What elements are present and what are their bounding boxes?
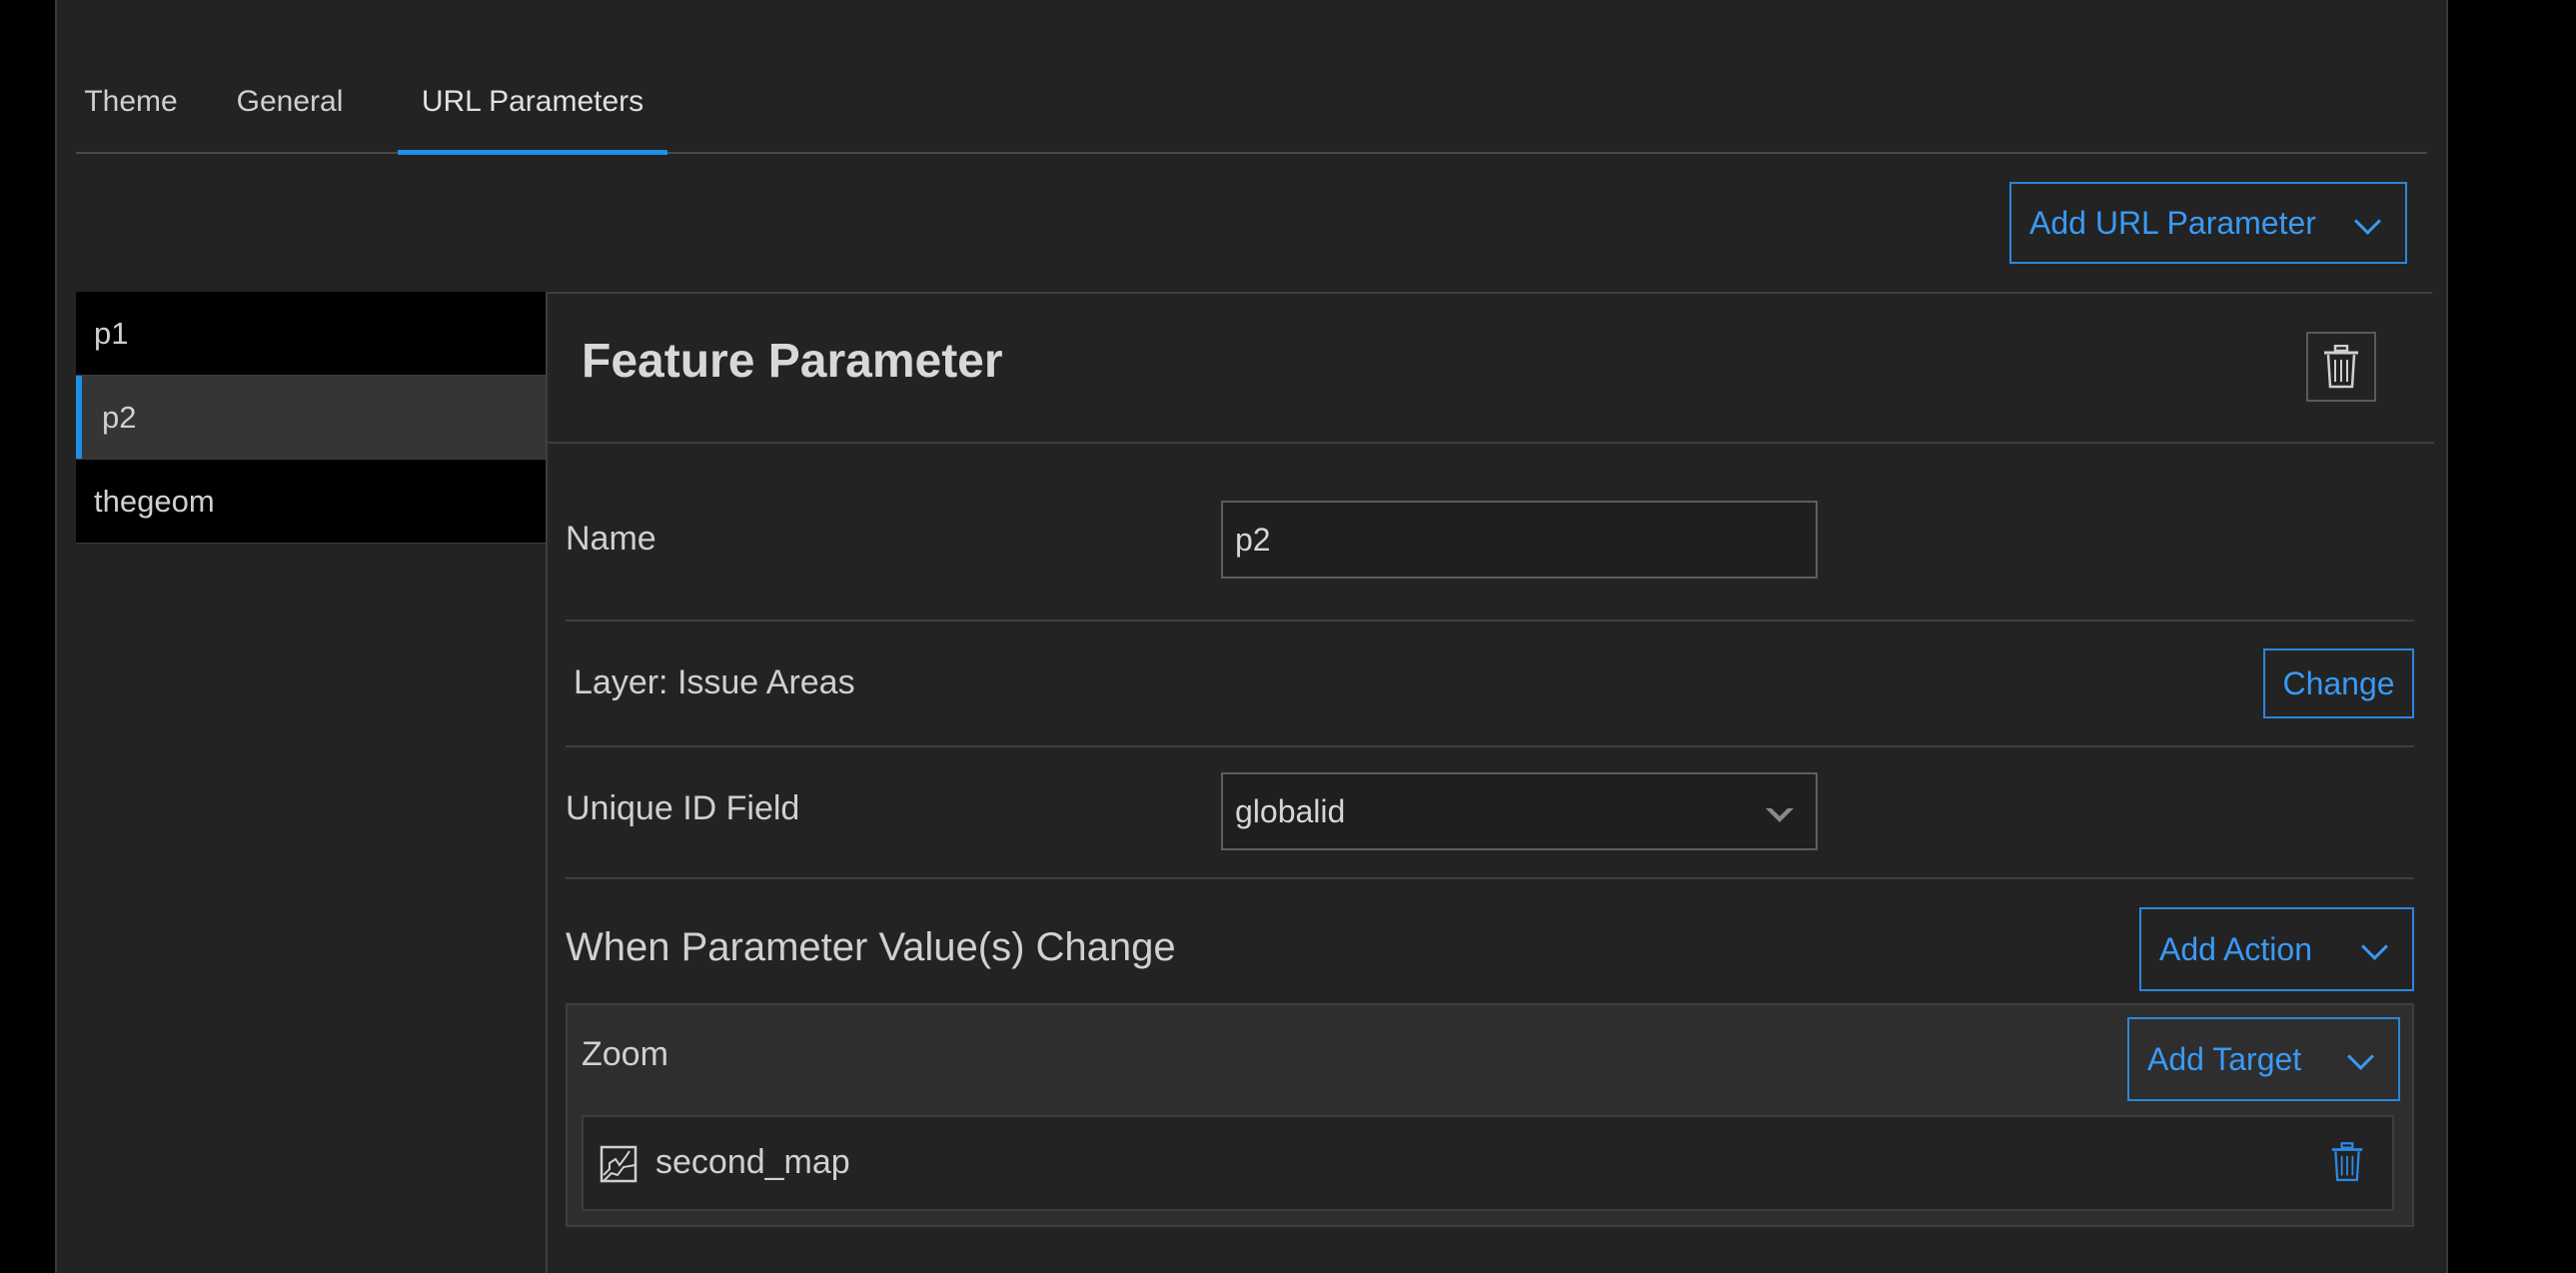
divider (548, 442, 2434, 444)
add-action-label: Add Action (2159, 930, 2312, 967)
add-url-parameter-button[interactable]: Add URL Parameter (2009, 182, 2407, 264)
add-action-button[interactable]: Add Action (2139, 907, 2414, 991)
action-name: Zoom (582, 1035, 668, 1073)
unique-id-value: globalid (1235, 792, 1346, 829)
unique-id-label: Unique ID Field (566, 789, 800, 827)
parameter-list: p1 p2 thegeom (76, 292, 548, 544)
add-url-parameter-label: Add URL Parameter (2029, 204, 2316, 241)
detail-title: Feature Parameter (582, 335, 1003, 388)
delete-parameter-button[interactable] (2306, 332, 2376, 402)
when-change-label: When Parameter Value(s) Change (566, 925, 1176, 969)
dropdown-arrow-icon (1766, 805, 1794, 822)
tab-bar: Theme General URL Parameters (76, 60, 2427, 155)
chevron-down-icon (2354, 208, 2381, 235)
name-label: Name (566, 520, 656, 558)
parameter-detail: Feature Parameter Name p2 Layer: Issue A… (546, 292, 2434, 1273)
chevron-down-icon (2361, 933, 2388, 960)
target-row: second_map (582, 1115, 2394, 1211)
parameter-item-thegeom[interactable]: thegeom (76, 460, 548, 544)
chevron-down-icon (2347, 1043, 2374, 1070)
add-target-label: Add Target (2147, 1040, 2302, 1077)
change-layer-button[interactable]: Change (2263, 648, 2414, 718)
divider (566, 620, 2414, 622)
tab-theme[interactable]: Theme (76, 60, 186, 152)
unique-id-select[interactable]: globalid (1221, 772, 1818, 850)
trash-icon[interactable] (2330, 1141, 2364, 1183)
target-label: second_map (655, 1143, 850, 1181)
settings-panel: Theme General URL Parameters Add URL Par… (55, 0, 2448, 1273)
layer-label: Layer: Issue Areas (574, 663, 855, 701)
name-input[interactable]: p2 (1221, 501, 1818, 579)
tab-url-parameters[interactable]: URL Parameters (398, 60, 667, 155)
add-target-button[interactable]: Add Target (2127, 1017, 2400, 1101)
tab-general[interactable]: General (231, 60, 349, 152)
parameter-item-p1[interactable]: p1 (76, 292, 548, 376)
parameter-item-p2[interactable]: p2 (76, 376, 548, 460)
trash-icon (2324, 345, 2358, 389)
action-zoom: Zoom Add Target second_map (566, 1003, 2414, 1227)
divider (566, 745, 2414, 747)
divider (566, 877, 2414, 879)
map-icon (600, 1145, 638, 1183)
